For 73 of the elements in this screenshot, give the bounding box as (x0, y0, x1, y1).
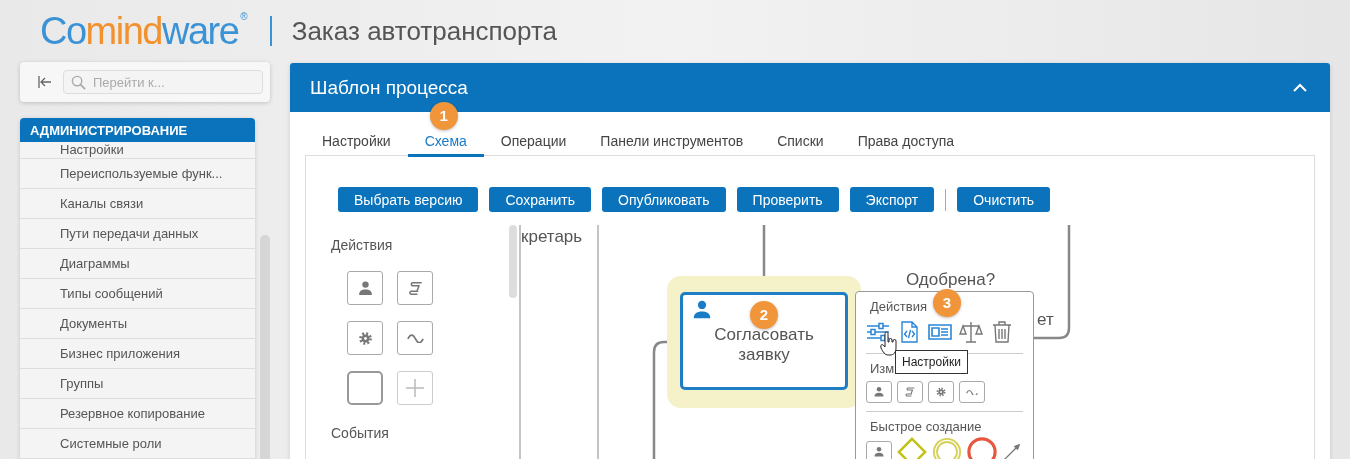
trash-icon (990, 320, 1014, 344)
search-field[interactable]: Перейти к... (63, 70, 263, 94)
palette-heading: Действия (330, 237, 394, 253)
nav-item[interactable]: Системные роли (20, 429, 256, 459)
nav-item[interactable]: Настройки (20, 142, 256, 159)
toolbar-button[interactable]: Экспорт (849, 187, 935, 212)
tool-button[interactable] (397, 321, 433, 355)
nav-item[interactable]: Пути передачи данных (20, 219, 256, 249)
page-title: Заказ автотранспорта (291, 15, 558, 47)
tool-button[interactable] (397, 271, 433, 305)
menu-heading: Изм (869, 360, 895, 376)
scroll-icon (406, 279, 424, 297)
end-event-icon (967, 437, 997, 459)
nav-item[interactable]: Диаграммы (20, 249, 256, 279)
wave-icon (966, 388, 978, 396)
nav-item[interactable]: Переиспользуемые функ... (20, 159, 256, 189)
nav-item[interactable]: Резервное копирование (20, 399, 256, 429)
gear-icon (356, 329, 374, 347)
toolbar-button[interactable]: Выбрать версию (338, 187, 479, 212)
sliders-icon (866, 320, 890, 344)
collapse-icon[interactable] (37, 74, 53, 90)
wave-icon (406, 333, 424, 343)
person-icon (691, 299, 713, 321)
tool-button[interactable] (347, 271, 383, 305)
nav-item[interactable]: Документы (20, 309, 256, 339)
toolbar-button[interactable]: Опубликовать (602, 187, 726, 212)
toolbar-button[interactable]: Сохранить (489, 187, 592, 212)
palette-heading: События (330, 425, 390, 441)
diamond-icon (897, 437, 927, 459)
tab[interactable]: Списки (760, 128, 841, 157)
logo: Comindware$^{®}$ (40, 12, 248, 50)
person-icon (873, 386, 885, 398)
type-button[interactable] (959, 381, 985, 403)
tab[interactable]: Панели инструментов (583, 128, 761, 157)
gateway-label: Одобрена? (906, 270, 996, 290)
callout-badge: 1 (429, 102, 458, 130)
tab[interactable]: Настройки (305, 128, 408, 157)
task-shape-tool[interactable] (347, 371, 383, 405)
scroll-icon (904, 386, 916, 398)
menu-action[interactable] (959, 319, 983, 345)
callout-badge: 2 (750, 301, 778, 329)
nav-item[interactable]: Каналы связи (20, 189, 256, 219)
gear-icon (935, 386, 947, 398)
nav-item[interactable]: Типы сообщений (20, 279, 256, 309)
flow-label: ет (1037, 310, 1054, 330)
person-icon (873, 446, 885, 458)
hand-cursor-icon (880, 331, 898, 357)
search-icon (71, 75, 86, 90)
toolbar-button[interactable]: Проверить (736, 187, 839, 212)
person-icon (356, 279, 374, 297)
nav-item[interactable]: Бизнес приложения (20, 339, 256, 369)
tooltip: Настройки (895, 350, 968, 374)
scales-icon (959, 320, 983, 344)
menu-heading: Быстрое создание (869, 418, 982, 434)
menu-action[interactable] (990, 319, 1014, 345)
type-button[interactable] (866, 381, 892, 403)
plus-icon (403, 376, 427, 400)
tab[interactable]: Операции (483, 128, 584, 157)
lane-label: кретарь (521, 227, 583, 247)
tool-button[interactable] (347, 321, 383, 355)
nav-item[interactable]: Группы (20, 369, 256, 399)
type-button[interactable] (866, 441, 892, 459)
task-node[interactable]: Согласовать заявку 2 (680, 292, 848, 390)
callout-badge: 3 (932, 289, 961, 317)
type-button[interactable] (897, 381, 923, 403)
type-button[interactable] (928, 381, 954, 403)
arrow-icon (1002, 442, 1022, 459)
scrollbar[interactable] (509, 225, 517, 298)
section-header[interactable]: АДМИНИСТРИРОВАНИЕ (20, 118, 256, 142)
toolbar-button[interactable]: Очистить (957, 187, 1051, 212)
menu-heading: Действия (869, 298, 927, 314)
tab[interactable]: Права доступа (840, 128, 972, 157)
panel-title: Шаблон процесса (310, 76, 468, 99)
